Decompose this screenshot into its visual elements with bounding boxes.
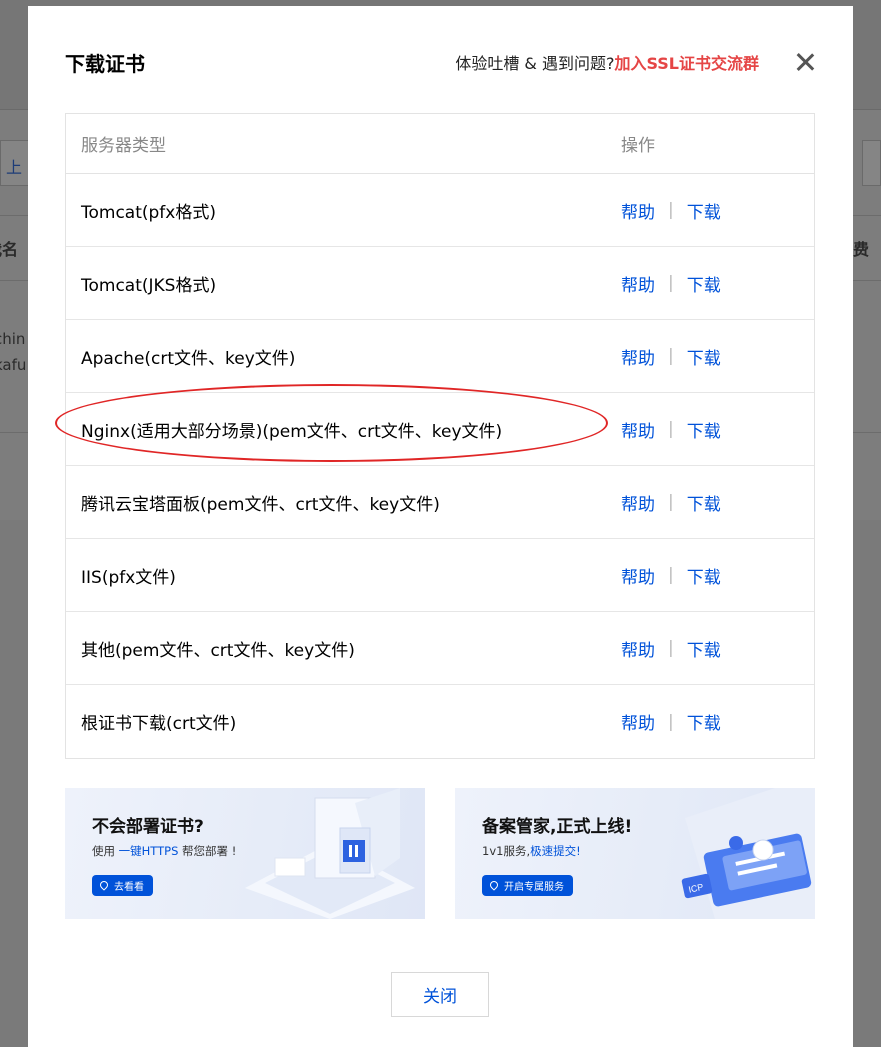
help-link[interactable]: 帮助 bbox=[621, 490, 655, 515]
help-link[interactable]: 帮助 bbox=[621, 709, 655, 734]
download-link[interactable]: 下载 bbox=[687, 198, 721, 223]
download-link[interactable]: 下载 bbox=[687, 344, 721, 369]
background-text: 费 bbox=[853, 240, 870, 259]
column-header-action: 操作 bbox=[621, 136, 655, 156]
row-actions: 帮助 | 下载 bbox=[621, 417, 721, 442]
banner-subtitle: 使用 一键HTTPS 帮您部署 ! bbox=[92, 843, 236, 859]
deploy-certificate-banner[interactable]: 不会部署证书? 使用 一键HTTPS 帮您部署 ! 去看看 bbox=[65, 788, 425, 919]
start-service-button[interactable]: 开启专属服务 bbox=[482, 875, 573, 896]
banner-title: 不会部署证书? bbox=[92, 817, 204, 837]
banner-sub-prefix: 1v1服务, bbox=[482, 844, 531, 858]
icp-filing-banner[interactable]: ICP 备案管家,正式上线! 1v1服务,极速提交! 开启专属服务 bbox=[455, 788, 815, 919]
table-row: Apache(crt文件、key文件) 帮助 | 下载 bbox=[66, 320, 814, 393]
action-separator: | bbox=[668, 565, 674, 585]
help-link[interactable]: 帮助 bbox=[621, 563, 655, 588]
server-type-name: IIS(pfx文件) bbox=[81, 567, 176, 588]
table-row: Tomcat(pfx格式) 帮助 | 下载 bbox=[66, 174, 814, 247]
background-box bbox=[862, 140, 881, 186]
action-separator: | bbox=[668, 200, 674, 220]
action-separator: | bbox=[668, 492, 674, 512]
action-separator: | bbox=[668, 346, 674, 366]
go-see-button[interactable]: 去看看 bbox=[92, 875, 153, 896]
button-label: 去看看 bbox=[114, 882, 144, 893]
help-link[interactable]: 帮助 bbox=[621, 344, 655, 369]
banner-subtitle: 1v1服务,极速提交! bbox=[482, 843, 581, 859]
location-pin-icon bbox=[489, 881, 499, 891]
banner-title: 备案管家,正式上线! bbox=[482, 817, 633, 837]
help-link[interactable]: 帮助 bbox=[621, 417, 655, 442]
server-type-name: 根证书下载(crt文件) bbox=[81, 714, 237, 734]
background-text: 我名 bbox=[0, 240, 19, 259]
server-type-name: 其他(pem文件、crt文件、key文件) bbox=[81, 640, 355, 661]
download-link[interactable]: 下载 bbox=[687, 563, 721, 588]
action-separator: | bbox=[668, 273, 674, 293]
row-actions: 帮助 | 下载 bbox=[621, 490, 721, 515]
server-type-name: Tomcat(pfx格式) bbox=[81, 202, 216, 223]
https-illustration bbox=[245, 788, 415, 919]
fast-submit-link[interactable]: 极速提交! bbox=[530, 844, 581, 858]
join-group-link[interactable]: 加入SSL证书交流群 bbox=[614, 54, 759, 73]
row-actions: 帮助 | 下载 bbox=[621, 709, 721, 735]
close-icon[interactable] bbox=[793, 50, 817, 74]
table-row: IIS(pfx文件) 帮助 | 下载 bbox=[66, 539, 814, 612]
location-pin-icon bbox=[99, 881, 109, 891]
banner-sub-suffix: 帮您部署 ! bbox=[178, 844, 237, 858]
server-type-table: 服务器类型 操作 Tomcat(pfx格式) 帮助 | 下载 Tomcat(JKS格式)… bbox=[65, 113, 815, 759]
action-separator: | bbox=[668, 711, 674, 732]
download-link[interactable]: 下载 bbox=[687, 709, 721, 734]
help-link[interactable]: 帮助 bbox=[621, 636, 655, 661]
button-label: 开启专属服务 bbox=[504, 882, 564, 893]
table-row: Nginx(适用大部分场景)(pem文件、crt文件、key文件) 帮助 | 下载 bbox=[66, 393, 814, 466]
row-actions: 帮助 | 下载 bbox=[621, 563, 721, 588]
server-type-name: Tomcat(JKS格式) bbox=[81, 275, 217, 296]
close-button[interactable]: 关闭 bbox=[391, 972, 489, 1017]
background-text: 上 bbox=[6, 158, 23, 177]
dialog-title: 下载证书 bbox=[65, 52, 145, 76]
download-link[interactable]: 下载 bbox=[687, 490, 721, 515]
icp-illustration: ICP bbox=[681, 788, 815, 919]
row-actions: 帮助 | 下载 bbox=[621, 636, 721, 661]
action-separator: | bbox=[668, 419, 674, 439]
row-actions: 帮助 | 下载 bbox=[621, 344, 721, 369]
row-actions: 帮助 | 下载 bbox=[621, 271, 721, 296]
help-link[interactable]: 帮助 bbox=[621, 271, 655, 296]
table-header: 服务器类型 操作 bbox=[66, 114, 814, 174]
column-header-server-type: 服务器类型 bbox=[81, 136, 166, 156]
table-row: Tomcat(JKS格式) 帮助 | 下载 bbox=[66, 247, 814, 320]
server-type-name: Apache(crt文件、key文件) bbox=[81, 348, 296, 369]
feedback-prefix: 体验吐槽 & 遇到问题? bbox=[455, 54, 615, 73]
one-click-https-link[interactable]: 一键HTTPS bbox=[119, 844, 179, 858]
banner-sub-prefix: 使用 bbox=[92, 844, 119, 858]
help-link[interactable]: 帮助 bbox=[621, 198, 655, 223]
download-link[interactable]: 下载 bbox=[687, 417, 721, 442]
feedback-text: 体验吐槽 & 遇到问题?加入SSL证书交流群 bbox=[455, 50, 759, 74]
server-type-name: 腾讯云宝塔面板(pem文件、crt文件、key文件) bbox=[81, 494, 440, 515]
background-text: kafu bbox=[0, 356, 27, 374]
download-link[interactable]: 下载 bbox=[687, 636, 721, 661]
action-separator: | bbox=[668, 638, 674, 658]
table-row: 根证书下载(crt文件) 帮助 | 下载 bbox=[66, 685, 814, 758]
download-link[interactable]: 下载 bbox=[687, 271, 721, 296]
table-row: 其他(pem文件、crt文件、key文件) 帮助 | 下载 bbox=[66, 612, 814, 685]
server-type-name: Nginx(适用大部分场景)(pem文件、crt文件、key文件) bbox=[81, 421, 503, 442]
table-row: 腾讯云宝塔面板(pem文件、crt文件、key文件) 帮助 | 下载 bbox=[66, 466, 814, 539]
row-actions: 帮助 | 下载 bbox=[621, 198, 721, 223]
background-text: chin bbox=[0, 330, 26, 348]
download-certificate-dialog: 下载证书 体验吐槽 & 遇到问题?加入SSL证书交流群 服务器类型 操作 Tom… bbox=[28, 6, 853, 1047]
